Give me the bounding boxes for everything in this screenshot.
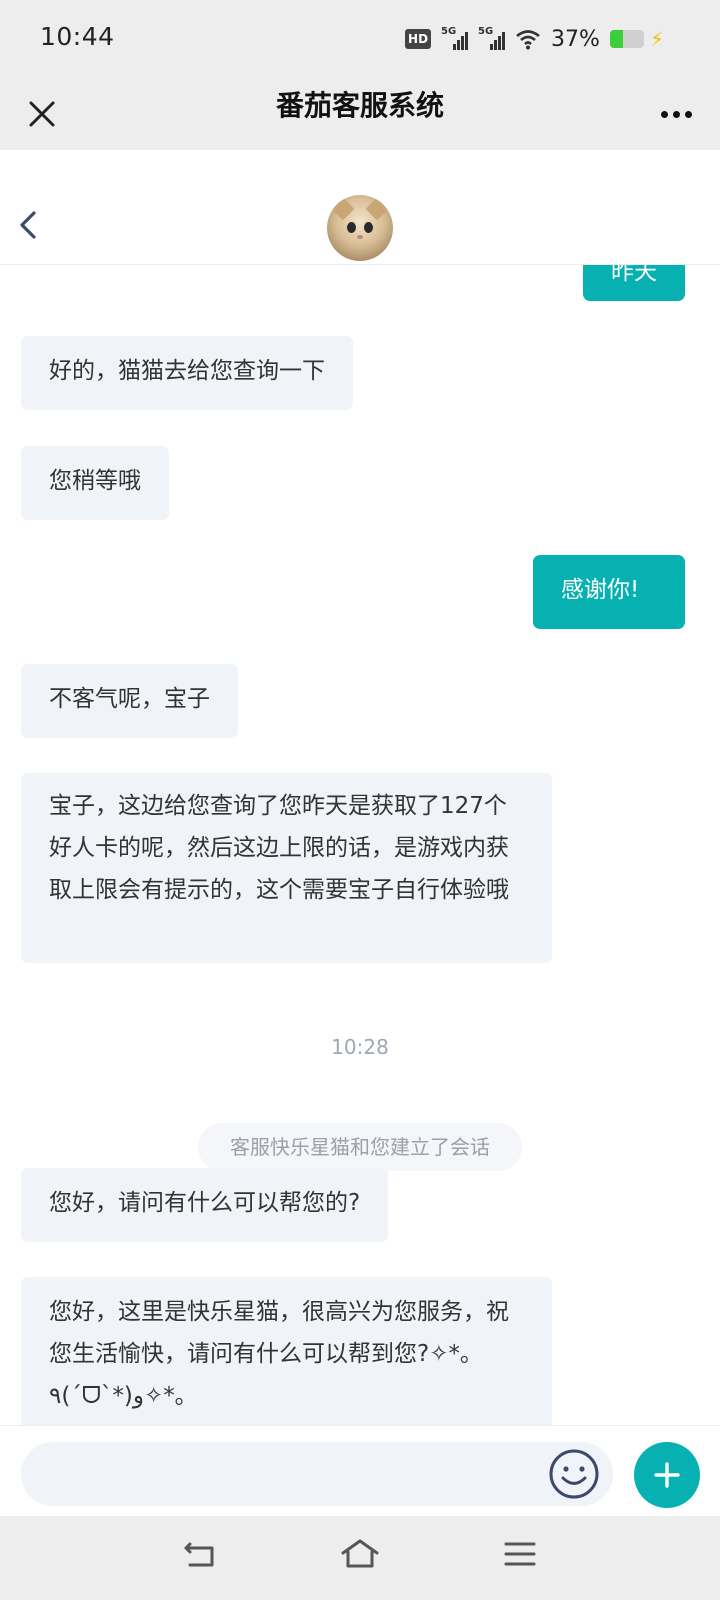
message-list[interactable]: 昨天 好的，猫猫去给您查询一下 您稍等哦 感谢你! 不客气呢，宝子 宝子，这边给… — [0, 265, 720, 1425]
chevron-left-icon — [20, 211, 36, 239]
message-text: 不客气呢，宝子 — [49, 686, 210, 712]
battery-percent: 37% — [551, 26, 600, 52]
message-bubble-outgoing[interactable]: 昨天 — [583, 265, 685, 301]
network-type-2: 5G — [478, 26, 494, 37]
message-text: 您好，这里是快乐星猫，很高兴为您服务，祝您生活愉快，请问有什么可以帮到您?✧*｡… — [49, 1299, 509, 1409]
message-bubble-incoming[interactable]: 好的，猫猫去给您查询一下 — [21, 336, 353, 410]
plus-button[interactable] — [634, 1442, 700, 1508]
network-type-1: 5G — [441, 26, 457, 37]
plus-icon — [654, 1462, 680, 1488]
nav-back-button[interactable] — [176, 1534, 224, 1574]
close-button[interactable] — [18, 90, 66, 138]
message-bubble-incoming[interactable]: 您稍等哦 — [21, 446, 169, 520]
nav-home-button[interactable] — [336, 1534, 384, 1574]
system-notice: 客服快乐星猫和您建立了会话 — [198, 1123, 522, 1171]
page-title: 番茄客服系统 — [275, 89, 444, 122]
input-bar — [0, 1425, 720, 1516]
chat-header — [0, 150, 720, 265]
message-bubble-outgoing[interactable]: 感谢你! — [533, 555, 685, 629]
title-bar: 番茄客服系统 — [0, 78, 720, 150]
message-bubble-incoming[interactable]: 您好，请问有什么可以帮您的? — [21, 1168, 389, 1242]
smiley-icon — [549, 1449, 599, 1499]
emoji-button[interactable] — [544, 1444, 604, 1504]
message-text: 您好，请问有什么可以帮您的? — [49, 1190, 361, 1216]
message-bubble-incoming[interactable]: 不客气呢，宝子 — [21, 664, 238, 738]
more-button[interactable] — [650, 90, 702, 138]
message-text: 感谢你! — [561, 577, 640, 603]
message-text: 昨天 — [611, 265, 657, 285]
more-horizontal-icon — [660, 110, 668, 118]
battery-icon — [609, 30, 644, 48]
system-nav-bar — [0, 1516, 720, 1600]
close-icon — [29, 101, 55, 127]
message-input[interactable] — [21, 1442, 613, 1506]
signal-icon-2: 5G — [478, 26, 506, 50]
message-text: 您稍等哦 — [49, 468, 141, 494]
status-icons: HD 5G 5G 37% ⚡ — [405, 26, 664, 52]
nav-menu-icon — [504, 1542, 536, 1566]
message-bubble-incoming[interactable]: 您好，这里是快乐星猫，很高兴为您服务，祝您生活愉快，请问有什么可以帮到您?✧*｡… — [21, 1277, 552, 1425]
signal-icon-1: 5G — [441, 26, 469, 50]
message-text: 宝子，这边给您查询了您昨天是获取了127个好人卡的呢，然后这边上限的话，是游戏内… — [49, 793, 509, 903]
avatar[interactable] — [327, 195, 393, 261]
back-button[interactable] — [14, 210, 44, 240]
message-text: 好的，猫猫去给您查询一下 — [49, 358, 325, 384]
status-bar: 10:44 HD 5G 5G 37% ⚡ — [0, 0, 720, 78]
status-time: 10:44 — [40, 22, 115, 51]
hd-icon: HD — [405, 29, 432, 49]
nav-back-icon — [184, 1542, 214, 1567]
charging-icon: ⚡ — [649, 27, 664, 51]
wifi-icon — [516, 30, 540, 50]
nav-home-icon — [341, 1539, 379, 1568]
message-timestamp: 10:28 — [331, 1035, 389, 1059]
message-bubble-incoming[interactable]: 宝子，这边给您查询了您昨天是获取了127个好人卡的呢，然后这边上限的话，是游戏内… — [21, 773, 552, 963]
nav-menu-button[interactable] — [496, 1534, 544, 1574]
